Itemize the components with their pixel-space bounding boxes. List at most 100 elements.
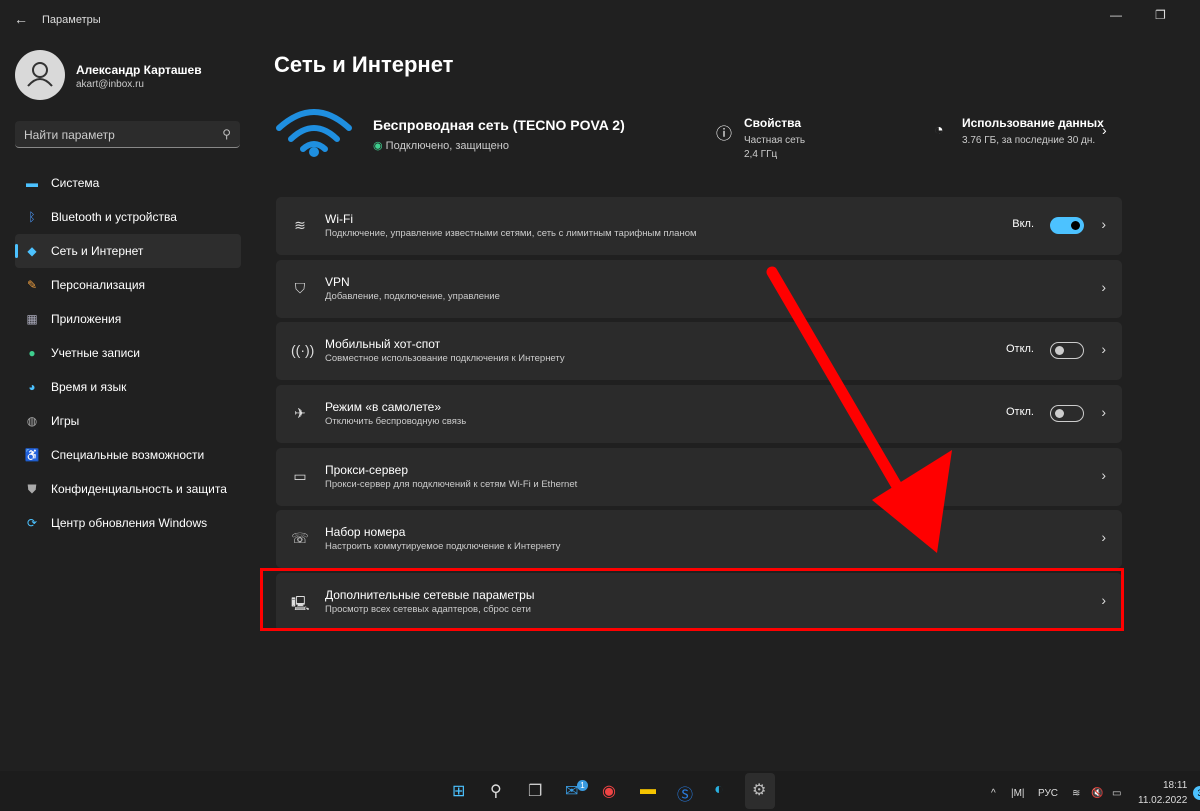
gamepad-icon: ◍ [26,414,38,428]
sidebar-item-label: Центр обновления Windows [51,516,208,530]
card-subtitle: Добавление, подключение, управление [325,291,500,302]
search-icon[interactable]: ⚲ [490,781,502,801]
speaker-muted-icon[interactable]: 🔇 [1091,788,1103,799]
settings-taskbar-button[interactable]: ⚙ [745,773,775,809]
network-band: 2,4 ГГц [744,149,778,160]
sidebar-item-label: Время и язык [51,380,127,394]
wifi-icon[interactable]: ≋ [1072,788,1080,799]
person-icon: ● [28,346,36,360]
wifi-icon: ◆ [27,244,37,258]
sidebar-item-label: Сеть и Интернет [51,244,144,258]
card-subtitle: Совместное использование подключения к И… [325,353,565,364]
sidebar-item-label: Приложения [51,312,122,326]
toggle-state: Откл. [1005,343,1034,355]
card-proxy[interactable]: ▭ Прокси-сервер Прокси-сервер для подклю… [276,448,1122,506]
card-subtitle: Настроить коммутируемое подключение к Ин… [325,541,561,552]
avatar[interactable] [15,50,65,100]
user-email: akart@inbox.ru [76,79,144,90]
sidebar-item-windows-update[interactable]: ⟳ Центр обновления Windows [15,506,241,540]
wifi-icon: ≋ [294,217,306,233]
chevron-right-icon: › [1101,467,1106,483]
sidebar-item-accounts[interactable]: ● Учетные записи [15,336,241,370]
task-view-icon[interactable]: ❐ [528,781,542,801]
battery-icon[interactable]: ▭ [1112,788,1121,799]
network-status: ◉ Подключено, защищено [373,139,509,152]
sidebar-item-system[interactable]: ▬ Система [15,166,241,200]
sidebar-item-label: Специальные возможности [51,448,205,462]
search-icon: ⚲ [222,127,231,141]
sidebar-item-accessibility[interactable]: ♿ Специальные возможности [15,438,241,472]
bluetooth-icon: ᛒ [28,210,36,224]
card-title: Прокси-сервер [325,463,408,477]
user-name: Александр Карташев [76,63,202,77]
sidebar-item-label: Конфиденциальность и защита [51,482,227,496]
sidebar-item-label: Bluetooth и устройства [51,210,177,224]
monitor-icon: ▬ [26,176,38,190]
minimize-icon[interactable]: — [1110,8,1122,22]
sidebar-item-gaming[interactable]: ◍ Игры [15,404,241,438]
card-vpn[interactable]: ⛉ VPN Добавление, подключение, управлени… [276,260,1122,318]
globe-icon: ◉ [373,140,383,152]
hotspot-toggle[interactable] [1050,342,1084,359]
dialup-icon: ☏ [291,530,309,546]
toggle-state: Вкл. [1012,218,1034,230]
properties-link[interactable]: ⓘ Свойства Частная сеть 2,4 ГГц [716,116,805,162]
card-dialup[interactable]: ☏ Набор номера Настроить коммутируемое п… [276,510,1122,568]
meet-icon[interactable]: |M| [1011,788,1025,799]
gear-icon: ⚙ [752,782,767,799]
clock-time[interactable]: 18:11 [1163,780,1187,791]
page-title: Сеть и Интернет [274,52,454,77]
clock-date[interactable]: 11.02.2022 [1138,795,1187,806]
sidebar-item-label: Персонализация [51,278,146,292]
search-placeholder: Найти параметр [24,128,115,142]
chevron-right-icon: › [1102,122,1107,138]
update-icon: ⟳ [26,516,38,530]
network-profile: Частная сеть [744,135,806,146]
proxy-icon: ▭ [293,468,307,484]
toggle-state: Откл. [1005,406,1034,418]
card-title: Режим «в самолете» [325,400,442,414]
card-subtitle: Прокси-сервер для подключений к сетям Wi… [325,479,578,490]
airplane-icon: ✈ [294,405,306,421]
card-wifi[interactable]: ≋ Wi-Fi Подключение, управление известны… [276,197,1122,255]
sidebar-item-network[interactable]: ◆ Сеть и Интернет [15,234,241,268]
skype-icon[interactable]: Ⓢ [677,781,693,805]
notification-badge[interactable]: 3 [1193,786,1200,800]
highlight-box [260,568,1124,631]
chevron-right-icon: › [1101,529,1106,545]
input-language[interactable]: РУС [1038,788,1058,799]
card-airplane-mode[interactable]: ✈ Режим «в самолете» Отключить беспровод… [276,385,1122,443]
maximize-icon[interactable]: ❐ [1155,8,1166,22]
sidebar-item-apps[interactable]: ▦ Приложения [15,302,241,336]
sidebar-item-personalization[interactable]: ✎ Персонализация [15,268,241,302]
sidebar-item-label: Учетные записи [51,346,140,360]
wifi-toggle[interactable] [1050,217,1084,234]
apps-icon: ▦ [26,312,38,326]
edge-icon[interactable]: ◐ [714,781,724,799]
card-title: Набор номера [325,525,406,539]
accessibility-icon: ♿ [24,448,40,462]
start-icon[interactable]: ⊞ [452,781,465,801]
card-subtitle: Отключить беспроводную связь [325,416,467,427]
sidebar-item-time-language[interactable]: ◕ Время и язык [15,370,241,404]
card-title: Мобильный хот-спот [325,337,441,351]
back-arrow-icon[interactable]: ← [14,11,28,27]
search-input[interactable]: Найти параметр ⚲ [15,121,240,148]
sidebar-nav: ▬ Система ᛒ Bluetooth и устройства ◆ Сеть и… [15,166,241,540]
chevron-right-icon: › [1101,341,1106,357]
shield-icon: ⛉ [294,280,306,296]
network-status-text: Подключено, защищено [385,140,509,152]
chrome-icon[interactable]: ◉ [602,781,616,801]
file-explorer-icon[interactable]: ▬ [640,781,656,799]
chevron-right-icon: › [1101,216,1106,232]
mail-badge: 1 [577,780,588,791]
properties-title: Свойства [744,116,802,130]
data-usage-link[interactable]: ◔ Использование данных 3.76 ГБ, за после… [934,116,1114,148]
airplane-toggle[interactable] [1050,405,1084,422]
chevron-up-icon[interactable]: ^ [991,788,996,799]
network-name: Беспроводная сеть (TECNO POVA 2) [373,117,625,133]
card-hotspot[interactable]: ((·)) Мобильный хот-спот Совместное испо… [276,322,1122,380]
sidebar-item-privacy[interactable]: ⛊ Конфиденциальность и защита [15,472,241,506]
card-subtitle: Подключение, управление известными сетям… [325,228,697,239]
sidebar-item-bluetooth[interactable]: ᛒ Bluetooth и устройства [15,200,241,234]
